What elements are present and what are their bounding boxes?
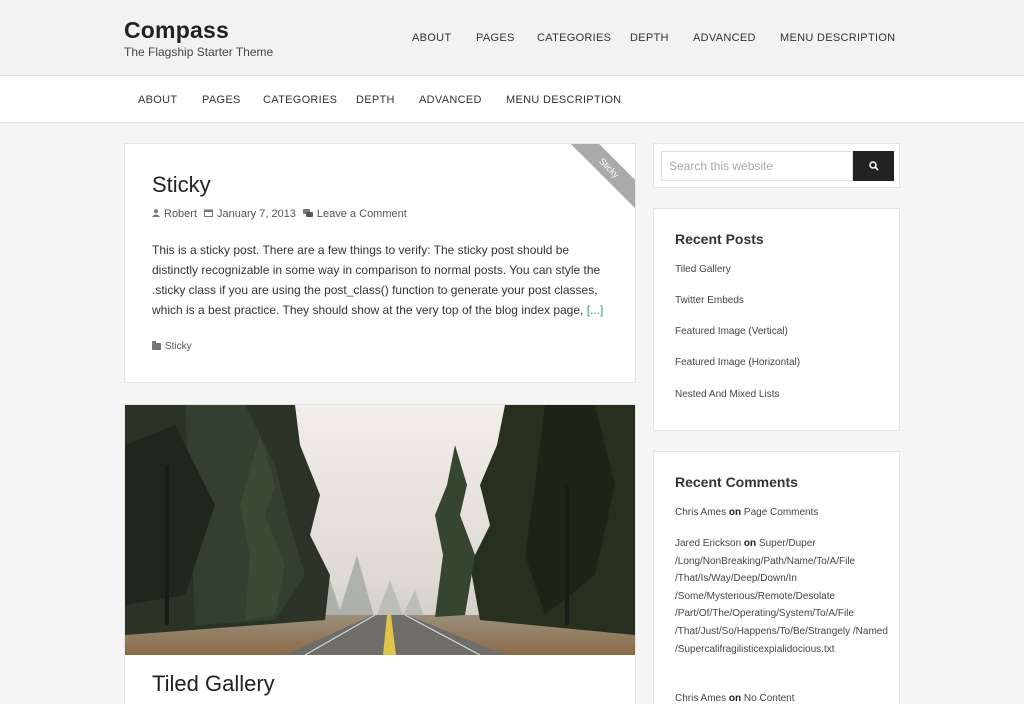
header-nav-depth[interactable]: DEPTH	[630, 32, 669, 44]
post-title[interactable]: Sticky	[152, 172, 211, 198]
post-title[interactable]: Tiled Gallery	[152, 671, 275, 697]
header-nav-pages[interactable]: PAGES	[476, 32, 515, 44]
sticky-post: Sticky Sticky Robert January 7, 2013 Lea…	[124, 143, 636, 383]
recent-post-link[interactable]: Featured Image (Vertical)	[675, 326, 788, 337]
post-comments-link[interactable]: Leave a Comment	[317, 208, 407, 220]
search-icon	[868, 159, 879, 174]
secondary-nav-menu-description[interactable]: MENU DESCRIPTION	[506, 94, 621, 106]
recent-comment: Chris Ames on No Content	[675, 690, 890, 704]
comment-post-link[interactable]: No Content	[744, 693, 795, 704]
post-excerpt-text: This is a sticky post. There are a few t…	[152, 243, 601, 317]
comment-on-word: on	[728, 507, 742, 518]
search-widget	[653, 143, 900, 188]
sticky-badge: Sticky	[559, 144, 635, 218]
folder-icon	[152, 341, 161, 350]
post-category: Sticky	[152, 341, 192, 352]
search-button[interactable]	[853, 151, 894, 181]
read-more-link[interactable]: [...]	[587, 303, 604, 317]
secondary-nav-about[interactable]: ABOUT	[138, 94, 177, 106]
post-category-link[interactable]: Sticky	[165, 341, 192, 352]
recent-post-link[interactable]: Twitter Embeds	[675, 295, 744, 306]
forest-road-image	[125, 405, 635, 655]
tiled-gallery-post: Tiled Gallery	[124, 404, 636, 704]
recent-comment: Jared Erickson on Super/Duper /Long/NonB…	[675, 535, 890, 658]
comment-author[interactable]: Chris Ames	[675, 507, 726, 518]
header-nav-menu-description[interactable]: MENU DESCRIPTION	[780, 32, 895, 44]
secondary-nav-depth[interactable]: DEPTH	[356, 94, 395, 106]
widget-title: Recent Posts	[675, 231, 764, 247]
recent-post-link[interactable]: Tiled Gallery	[675, 264, 731, 275]
recent-posts-widget: Recent Posts Tiled Gallery Twitter Embed…	[653, 208, 900, 431]
recent-post-link[interactable]: Nested And Mixed Lists	[675, 389, 780, 400]
featured-image[interactable]	[125, 405, 635, 655]
recent-post-link[interactable]: Featured Image (Horizontal)	[675, 357, 800, 368]
site-tagline: The Flagship Starter Theme	[124, 45, 274, 59]
comment-icon	[302, 209, 313, 219]
header-nav-advanced[interactable]: ADVANCED	[693, 32, 756, 44]
recent-comment: Chris Ames on Page Comments	[675, 504, 890, 522]
user-icon	[152, 209, 160, 219]
search-input[interactable]	[661, 151, 853, 181]
secondary-nav-bar: ABOUT PAGES CATEGORIES DEPTH ADVANCED ME…	[0, 76, 1024, 123]
comment-on-word: on	[743, 538, 757, 549]
secondary-nav-pages[interactable]: PAGES	[202, 94, 241, 106]
calendar-icon	[204, 209, 214, 219]
post-excerpt: This is a sticky post. There are a few t…	[152, 240, 612, 320]
post-meta: Robert January 7, 2013 Leave a Comment	[152, 208, 414, 220]
comment-post-link[interactable]: Super/Duper /Long/NonBreaking/Path/Name/…	[675, 538, 888, 655]
comment-on-word: on	[728, 693, 742, 704]
header-nav-about[interactable]: ABOUT	[412, 32, 451, 44]
post-date[interactable]: January 7, 2013	[217, 208, 296, 220]
site-title[interactable]: Compass	[124, 17, 229, 44]
post-author[interactable]: Robert	[164, 208, 197, 220]
recent-comments-widget: Recent Comments Chris Ames on Page Comme…	[653, 451, 900, 704]
secondary-nav-advanced[interactable]: ADVANCED	[419, 94, 482, 106]
comment-author[interactable]: Chris Ames	[675, 693, 726, 704]
widget-title: Recent Comments	[675, 474, 798, 490]
comment-author[interactable]: Jared Erickson	[675, 538, 741, 549]
comment-post-link[interactable]: Page Comments	[744, 507, 818, 518]
site-header: Compass The Flagship Starter Theme ABOUT…	[0, 0, 1024, 76]
secondary-nav-categories[interactable]: CATEGORIES	[263, 94, 337, 106]
header-nav-categories[interactable]: CATEGORIES	[537, 32, 611, 44]
